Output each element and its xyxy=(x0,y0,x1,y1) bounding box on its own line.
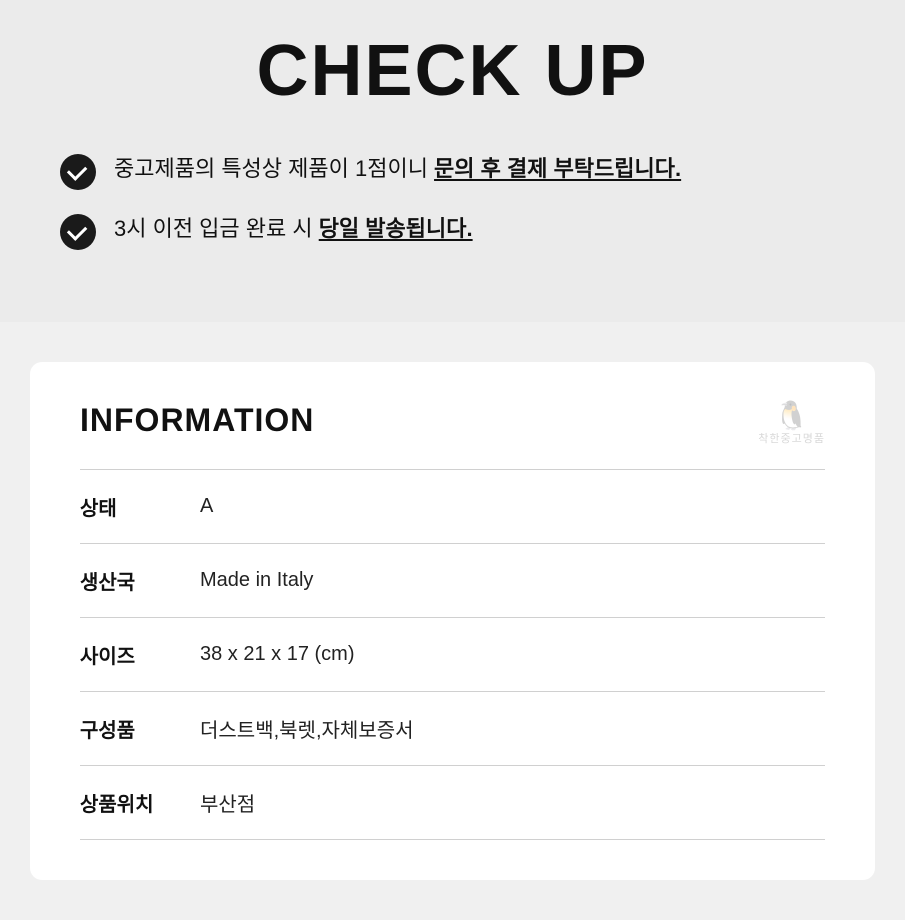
check-item-2: 3시 이전 입금 완료 시 당일 발송됩니다. xyxy=(60,212,845,250)
table-row: 구성품더스트백,북렛,자체보증서 xyxy=(80,692,825,766)
info-value-0: A xyxy=(200,470,825,544)
info-value-1: Made in Italy xyxy=(200,544,825,618)
check-icon-2 xyxy=(60,214,96,250)
table-row: 상태A xyxy=(80,470,825,544)
info-value-4: 부산점 xyxy=(200,766,825,840)
page-title: CHECK UP xyxy=(60,30,845,112)
check-text-1: 중고제품의 특성상 제품이 1점이니 문의 후 결제 부탁드립니다. xyxy=(114,152,681,185)
info-value-3: 더스트백,북렛,자체보증서 xyxy=(200,692,825,766)
check-icon-1 xyxy=(60,154,96,190)
watermark: 🐧 착한중고명품 xyxy=(758,402,825,446)
info-table: 상태A생산국Made in Italy사이즈38 x 21 x 17 (cm)구… xyxy=(80,469,825,840)
table-row: 상품위치부산점 xyxy=(80,766,825,840)
info-label-2: 사이즈 xyxy=(80,618,200,692)
table-row: 생산국Made in Italy xyxy=(80,544,825,618)
info-label-0: 상태 xyxy=(80,470,200,544)
info-label-4: 상품위치 xyxy=(80,766,200,840)
top-section: CHECK UP 중고제품의 특성상 제품이 1점이니 문의 후 결제 부탁드립… xyxy=(0,0,905,322)
check-text-2: 3시 이전 입금 완료 시 당일 발송됩니다. xyxy=(114,212,473,245)
bottom-section: INFORMATION 🐧 착한중고명품 상태A생산국Made in Italy… xyxy=(0,322,905,920)
check-item-1: 중고제품의 특성상 제품이 1점이니 문의 후 결제 부탁드립니다. xyxy=(60,152,845,190)
info-label-1: 생산국 xyxy=(80,544,200,618)
info-card-title: INFORMATION xyxy=(80,402,825,439)
info-card: INFORMATION 🐧 착한중고명품 상태A생산국Made in Italy… xyxy=(30,362,875,880)
watermark-text: 착한중고명품 xyxy=(758,430,825,446)
info-label-3: 구성품 xyxy=(80,692,200,766)
table-row: 사이즈38 x 21 x 17 (cm) xyxy=(80,618,825,692)
info-value-2: 38 x 21 x 17 (cm) xyxy=(200,618,825,692)
watermark-icon: 🐧 xyxy=(774,402,809,430)
